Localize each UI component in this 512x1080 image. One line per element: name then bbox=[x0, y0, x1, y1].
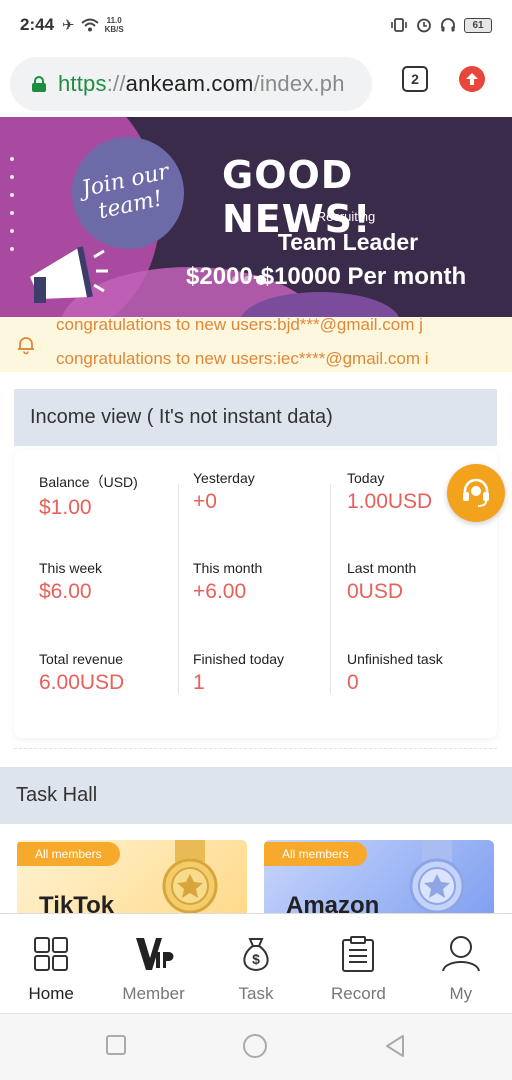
banner-recruiting: Recruiting bbox=[316, 209, 376, 224]
nav-item-home[interactable]: Home bbox=[0, 914, 102, 1013]
url-text[interactable]: https://ankeam.com/index.ph bbox=[58, 71, 345, 97]
stat-value: $6.00 bbox=[39, 580, 92, 603]
bottom-nav: Home Member $ Task Record My bbox=[0, 913, 512, 1013]
stat-label: Finished today bbox=[193, 651, 285, 667]
nav-item-task[interactable]: $ Task bbox=[205, 914, 307, 1013]
banner-headline: GOOD NEWS! bbox=[222, 153, 372, 241]
section-divider bbox=[14, 748, 497, 749]
vibrate-icon bbox=[391, 18, 407, 32]
home-icon[interactable] bbox=[242, 1033, 268, 1059]
banner-pager bbox=[232, 275, 266, 285]
stat-yesterday: Yesterday +0 bbox=[193, 470, 343, 514]
wifi-icon bbox=[80, 18, 99, 32]
svg-text:$: $ bbox=[252, 951, 260, 967]
nav-label: Task bbox=[238, 984, 274, 1003]
pager-dot[interactable] bbox=[232, 276, 239, 283]
customer-support-button[interactable] bbox=[447, 464, 505, 522]
app-screen: 2:44 ✈ 11.0 KB/S 61 https://ankeam.com/i… bbox=[0, 0, 512, 1080]
task-badge: All members bbox=[17, 842, 120, 866]
nav-item-member[interactable]: Member bbox=[102, 914, 204, 1013]
task-card-amazon[interactable]: All members Amazon bbox=[264, 840, 494, 920]
recruitment-banner[interactable]: Join our team! GOOD NEWS! Recruiting Team… bbox=[0, 117, 512, 317]
stat-value: +0 bbox=[193, 490, 217, 513]
status-time: 2:44 bbox=[20, 15, 55, 34]
medal-icon bbox=[162, 840, 218, 914]
update-arrow-icon[interactable] bbox=[459, 66, 485, 92]
url-host: ankeam.com bbox=[125, 70, 254, 96]
task-card-tiktok[interactable]: All members TikTok bbox=[17, 840, 247, 920]
url-bar[interactable]: https://ankeam.com/index.ph bbox=[10, 56, 372, 111]
recent-apps-icon[interactable] bbox=[105, 1034, 127, 1056]
url-scheme: https bbox=[58, 70, 107, 96]
status-bar: 2:44 ✈ 11.0 KB/S 61 bbox=[0, 0, 512, 50]
stat-unfinished-task: Unfinished task 0 bbox=[347, 651, 497, 695]
stat-this-week: This week $6.00 bbox=[39, 560, 189, 604]
headset-icon bbox=[463, 478, 489, 507]
stat-value: +6.00 bbox=[193, 580, 247, 603]
nav-label: Record bbox=[331, 984, 386, 1003]
system-nav-bar bbox=[0, 1013, 512, 1080]
user-icon bbox=[441, 934, 481, 974]
banner-role: Team Leader bbox=[277, 229, 419, 255]
stat-label: Unfinished task bbox=[347, 651, 443, 667]
airplane-icon: ✈ bbox=[62, 17, 75, 34]
net-speed-unit: KB/S bbox=[104, 25, 124, 34]
stat-label: Yesterday bbox=[193, 470, 255, 486]
nav-label: My bbox=[449, 984, 473, 1003]
vip-icon bbox=[134, 934, 174, 974]
stat-this-month: This month +6.00 bbox=[193, 560, 343, 604]
url-separator: :// bbox=[106, 70, 126, 96]
stat-label: This week bbox=[39, 560, 103, 576]
money-bag-icon: $ bbox=[236, 934, 276, 974]
stat-label: This month bbox=[193, 560, 263, 576]
stat-label: Balance（USD) bbox=[39, 474, 138, 490]
lock-icon bbox=[32, 75, 46, 92]
grid-icon bbox=[31, 934, 71, 974]
notice-line: congratulations to new users:bjd***@gmai… bbox=[56, 317, 423, 334]
status-right-icons: 61 bbox=[390, 17, 492, 33]
stat-label: Last month bbox=[347, 560, 417, 576]
net-speed-value: 11.0 bbox=[106, 16, 122, 25]
battery-icon: 61 bbox=[464, 17, 492, 33]
status-left-icons: ✈ 11.0 KB/S bbox=[62, 16, 124, 34]
headphones-icon bbox=[441, 18, 455, 32]
task-hall-title: Task Hall bbox=[0, 767, 512, 824]
nav-item-record[interactable]: Record bbox=[307, 914, 409, 1013]
stat-label: Total revenue bbox=[39, 651, 124, 667]
income-stats-card: Balance（USD) $1.00 Yesterday +0 Today 1.… bbox=[14, 450, 497, 738]
nav-item-my[interactable]: My bbox=[410, 914, 512, 1013]
bell-icon bbox=[18, 337, 34, 355]
clipboard-icon bbox=[338, 934, 378, 974]
stat-balance: Balance（USD) $1.00 bbox=[39, 472, 189, 520]
pager-dot[interactable] bbox=[244, 276, 251, 283]
url-path: /index.ph bbox=[253, 70, 345, 96]
stat-finished-today: Finished today 1 bbox=[193, 651, 343, 695]
notice-line: congratulations to new users:iec****@gma… bbox=[56, 349, 429, 368]
stat-value: 1 bbox=[193, 671, 205, 694]
task-badge: All members bbox=[264, 842, 367, 866]
medal-icon bbox=[409, 840, 465, 914]
stat-value: 0 bbox=[347, 671, 359, 694]
net-speed: 11.0 KB/S bbox=[105, 16, 124, 34]
income-view-title: Income view ( It's not instant data) bbox=[14, 389, 497, 446]
stat-value: 0USD bbox=[347, 580, 404, 603]
stat-value: $1.00 bbox=[39, 496, 92, 519]
notice-ticker: congratulations to new users:bjd***@gmai… bbox=[0, 317, 512, 372]
pager-dot-active[interactable] bbox=[256, 275, 266, 285]
alarm-icon bbox=[417, 18, 431, 33]
browser-toolbar: https://ankeam.com/index.ph 2 bbox=[0, 50, 512, 117]
stat-last-month: Last month 0USD bbox=[347, 560, 497, 604]
back-icon[interactable] bbox=[384, 1034, 406, 1058]
nav-label: Member bbox=[122, 984, 185, 1003]
stat-value: 6.00USD bbox=[39, 671, 125, 694]
nav-label: Home bbox=[28, 984, 74, 1003]
tab-switcher-button[interactable]: 2 bbox=[402, 66, 428, 92]
stat-total-revenue: Total revenue 6.00USD bbox=[39, 651, 189, 695]
banner-salary: $2000-$10000 Per month bbox=[186, 263, 467, 290]
